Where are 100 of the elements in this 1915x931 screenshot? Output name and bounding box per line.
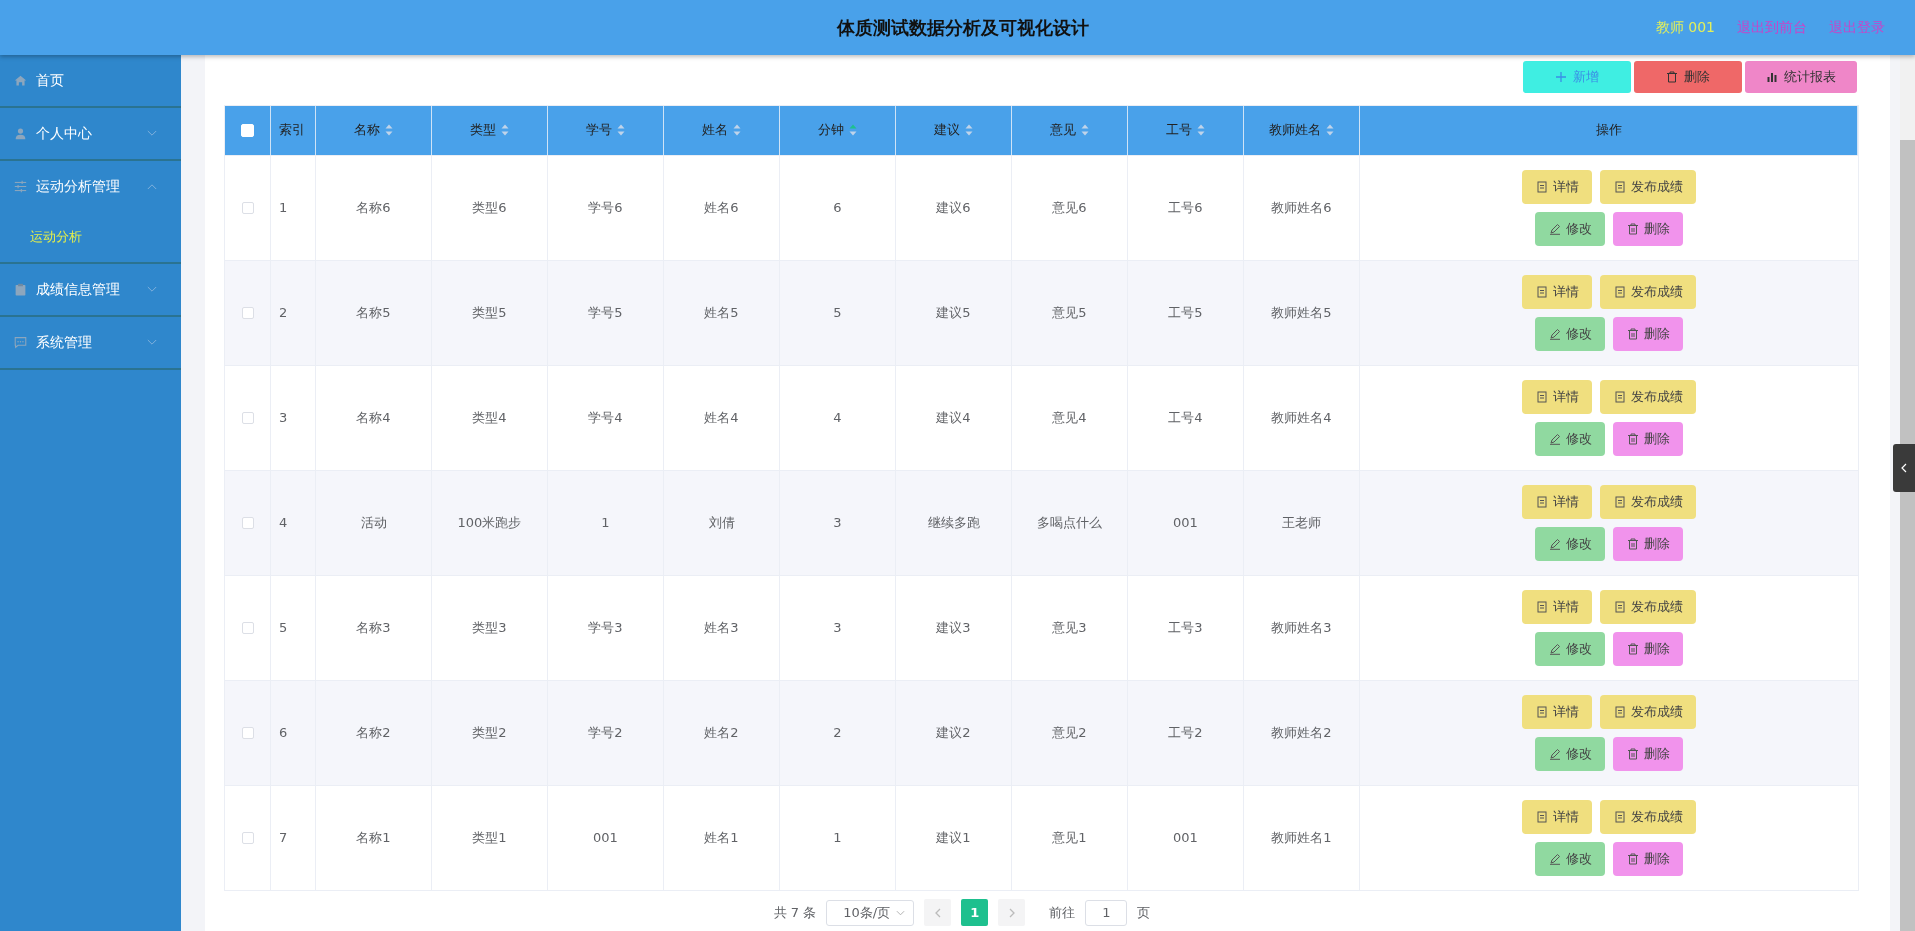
row-action-button[interactable]: 修改: [1535, 736, 1605, 771]
column-header[interactable]: 分钟: [780, 105, 896, 155]
table-cell: 继续多跑: [927, 513, 980, 532]
sidebar-item[interactable]: 成绩信息管理: [0, 264, 181, 317]
row-action-button[interactable]: 删除: [1613, 736, 1683, 771]
row-action-button[interactable]: 发布成绩: [1600, 589, 1696, 624]
row-action-button[interactable]: 修改: [1535, 631, 1605, 666]
row-action-button[interactable]: 发布成绩: [1600, 379, 1696, 414]
user-name: 教师 001: [1655, 18, 1715, 37]
table-cell: 001: [1173, 830, 1198, 846]
row-checkbox[interactable]: [241, 306, 254, 319]
chevron-down-icon: [896, 909, 906, 916]
row-action-button[interactable]: 发布成绩: [1600, 694, 1696, 729]
row-action-button[interactable]: 详情: [1522, 274, 1592, 309]
page-number-field[interactable]: 1: [1085, 899, 1128, 926]
table-cell: 刘倩: [708, 513, 735, 532]
column-header[interactable]: 名称: [316, 105, 432, 155]
row-action-button[interactable]: 详情: [1522, 589, 1592, 624]
table-cell: 建议2: [936, 723, 971, 742]
page-size-select[interactable]: 10条/页: [826, 899, 915, 926]
row-action-button[interactable]: 删除: [1613, 841, 1683, 876]
table-cell: 类型4: [472, 408, 507, 427]
sidebar-item[interactable]: 个人中心: [0, 108, 181, 161]
row-action-button[interactable]: 详情: [1522, 379, 1592, 414]
user-icon: [14, 127, 27, 140]
table-cell: 工号3: [1168, 618, 1203, 637]
row-checkbox[interactable]: [241, 201, 254, 214]
row-action-button[interactable]: 修改: [1535, 421, 1605, 456]
row-action-button[interactable]: 发布成绩: [1600, 169, 1696, 204]
toolbar-button[interactable]: 统计报表: [1745, 60, 1857, 93]
trash-icon: [1626, 642, 1639, 655]
total-count: 共 7 条: [773, 903, 817, 922]
sidebar-subitem[interactable]: 运动分析: [0, 212, 181, 264]
home-icon: [14, 74, 27, 87]
row-action-button[interactable]: 详情: [1522, 169, 1592, 204]
row-action-button[interactable]: 删除: [1613, 316, 1683, 351]
table-cell: 教师姓名4: [1271, 408, 1332, 427]
row-action-button[interactable]: 修改: [1535, 841, 1605, 876]
sidebar-item[interactable]: 运动分析管理: [0, 161, 181, 212]
table-cell: 4: [833, 410, 842, 426]
pencil-icon: [1548, 642, 1561, 655]
app-title: 体质测试数据分析及可视化设计: [835, 15, 1090, 40]
chevron-left-icon: [934, 907, 941, 918]
row-checkbox[interactable]: [241, 516, 254, 529]
table-cell: 工号6: [1168, 198, 1203, 217]
row-checkbox[interactable]: [241, 411, 254, 424]
column-header[interactable]: 索引: [271, 105, 316, 155]
column-header[interactable]: 工号: [1128, 105, 1244, 155]
pencil-icon: [1548, 747, 1561, 760]
row-action-button[interactable]: 修改: [1535, 526, 1605, 561]
column-header[interactable]: 姓名: [664, 105, 780, 155]
row-action-button[interactable]: 发布成绩: [1600, 484, 1696, 519]
table-cell: 5: [279, 620, 288, 636]
pencil-icon: [1548, 852, 1561, 865]
row-action-button[interactable]: 删除: [1613, 421, 1683, 456]
document-icon: [1613, 495, 1626, 508]
row-action-button[interactable]: 修改: [1535, 211, 1605, 246]
trash-icon: [1666, 70, 1678, 83]
collapse-tab[interactable]: [1893, 444, 1915, 492]
row-checkbox[interactable]: [241, 621, 254, 634]
row-action-button[interactable]: 详情: [1522, 799, 1592, 834]
table-cell: 3: [833, 620, 842, 636]
table-cell: 意见2: [1052, 723, 1087, 742]
page-suffix: 页: [1137, 903, 1151, 922]
row-action-button[interactable]: 详情: [1522, 484, 1592, 519]
table-cell: 类型3: [472, 618, 507, 637]
row-action-button[interactable]: 删除: [1613, 211, 1683, 246]
pencil-icon: [1548, 537, 1561, 550]
column-header[interactable]: 学号: [548, 105, 664, 155]
table-cell: 意见6: [1052, 198, 1087, 217]
column-header[interactable]: 意见: [1012, 105, 1128, 155]
row-action-button[interactable]: 删除: [1613, 631, 1683, 666]
table-cell: 1: [279, 200, 288, 216]
row-checkbox[interactable]: [241, 726, 254, 739]
table-cell: 001: [593, 830, 618, 846]
table-cell: 7: [279, 830, 288, 846]
column-header[interactable]: 操作: [1360, 105, 1858, 155]
toolbar-button[interactable]: 删除: [1634, 60, 1742, 93]
table-cell: 工号2: [1168, 723, 1203, 742]
table-cell: 意见5: [1052, 303, 1087, 322]
previous-page-button[interactable]: [924, 899, 952, 927]
column-header[interactable]: 教师姓名: [1244, 105, 1360, 155]
column-header[interactable]: 建议: [896, 105, 1012, 155]
sidebar-item[interactable]: 首页: [0, 55, 181, 108]
document-icon: [1535, 390, 1548, 403]
select-all-checkbox[interactable]: [241, 123, 254, 137]
column-header[interactable]: 类型: [432, 105, 548, 155]
table-cell: 教师姓名1: [1271, 828, 1332, 847]
table-cell: 1: [601, 515, 610, 531]
row-checkbox[interactable]: [241, 831, 254, 844]
sidebar-item[interactable]: 系统管理: [0, 317, 181, 370]
row-action-button[interactable]: 修改: [1535, 316, 1605, 351]
row-action-button[interactable]: 删除: [1613, 526, 1683, 561]
row-action-button[interactable]: 详情: [1522, 694, 1592, 729]
chevron-down-icon: [147, 130, 157, 137]
row-action-button[interactable]: 发布成绩: [1600, 799, 1696, 834]
next-page-button[interactable]: [998, 899, 1026, 927]
row-action-button[interactable]: 发布成绩: [1600, 274, 1696, 309]
scrollbar[interactable]: [1900, 55, 1915, 931]
table-cell: 意见3: [1052, 618, 1087, 637]
